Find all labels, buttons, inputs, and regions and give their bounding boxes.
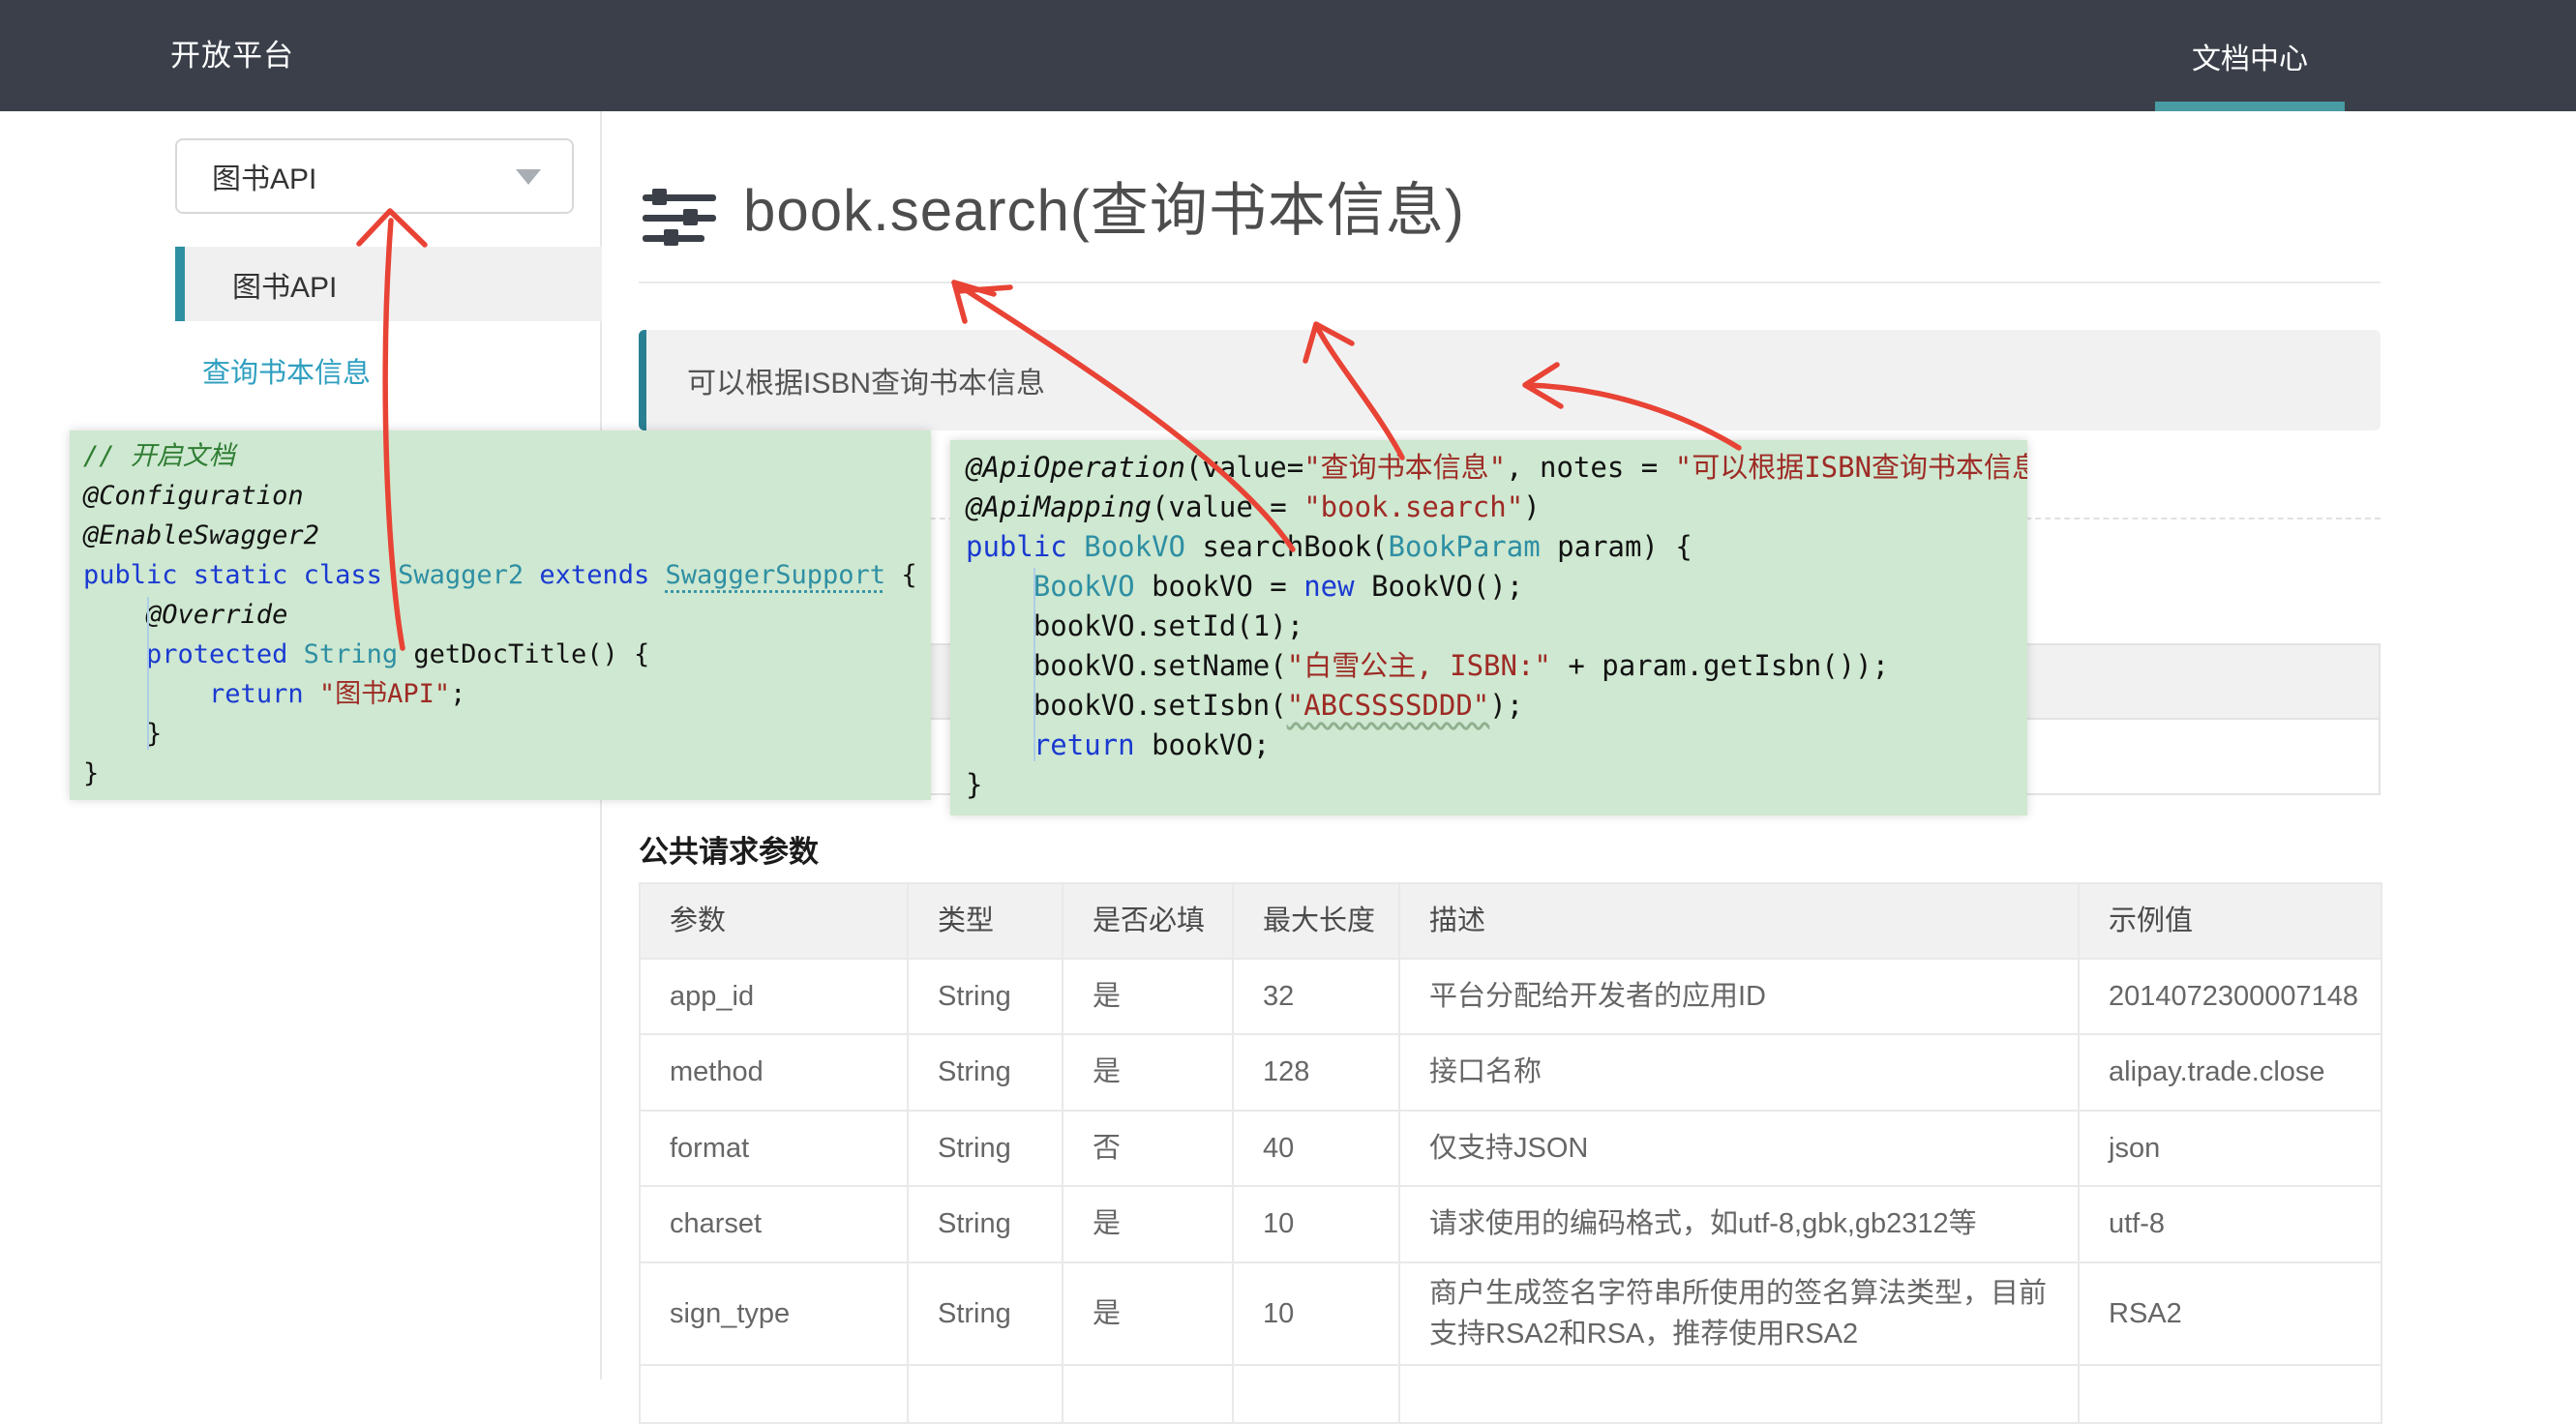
code-line: public static class Swagger2 extends Swa… [83, 555, 917, 595]
params-section-heading: 公共请求参数 [639, 827, 819, 871]
sidebar-item-label: 图书API [232, 263, 337, 306]
code-line: return bookVO; [966, 726, 2012, 765]
table-cell [1399, 1365, 2079, 1423]
table-cell: String [908, 1186, 1063, 1262]
code-line: // 开启文档 [83, 436, 917, 476]
table-cell: 是 [1063, 1262, 1233, 1365]
table-cell: charset [640, 1186, 908, 1262]
params-table-head: 参数类型是否必填最大长度描述示例值 [640, 883, 2381, 959]
table-cell: sign_type [640, 1262, 908, 1365]
code-line: } [966, 765, 2012, 805]
indent-guide [147, 597, 149, 750]
code-line: @ApiOperation(value="查询书本信息", notes = "可… [966, 448, 2012, 488]
sidebar-link-query-book[interactable]: 查询书本信息 [202, 350, 371, 391]
table-cell: format [640, 1111, 908, 1186]
api-doc-page: { "navbar": { "brand": "开放平台", "doc_cent… [0, 0, 2576, 1380]
api-select-dropdown[interactable]: 图书API [175, 138, 574, 214]
api-select-value: 图书API [212, 155, 316, 197]
code-line: bookVO.setId(1); [966, 607, 2012, 646]
table-cell [1233, 1365, 1399, 1423]
table-cell: RSA2 [2079, 1262, 2381, 1365]
brand-title: 开放平台 [170, 0, 294, 111]
table-cell: 接口名称 [1399, 1034, 2079, 1111]
active-tab-underline [2155, 102, 2345, 111]
table-cell: 否 [1063, 1111, 1233, 1186]
code-line: BookVO bookVO = new BookVO(); [966, 567, 2012, 607]
code-line: @Configuration [83, 476, 917, 516]
code-line: @ApiMapping(value = "book.search") [966, 488, 2012, 527]
table-row-clipped [640, 1365, 2381, 1423]
table-cell: 商户生成签名字符串所使用的签名算法类型，目前支持RSA2和RSA，推荐使用RSA… [1399, 1262, 2079, 1365]
code-line: bookVO.setIsbn("ABCSSSSDDD"); [966, 686, 2012, 726]
table-cell: String [908, 1034, 1063, 1111]
title-divider [639, 282, 2381, 283]
table-cell: method [640, 1034, 908, 1111]
code-line: } [83, 714, 917, 754]
table-header-row: 参数类型是否必填最大长度描述示例值 [640, 883, 2381, 959]
code-line: return "图书API"; [83, 674, 917, 714]
table-cell: 128 [1233, 1034, 1399, 1111]
indent-guide [1033, 568, 1035, 761]
table-cell [908, 1365, 1063, 1423]
code-line: @Override [83, 595, 917, 635]
page-title: book.search(查询书本信息) [743, 163, 1465, 248]
active-item-accent-bar [175, 247, 185, 321]
table-cell: 是 [1063, 1034, 1233, 1111]
table-cell: String [908, 1111, 1063, 1186]
table-row: app_idString是32平台分配给开发者的应用ID201407230000… [640, 959, 2381, 1034]
column-header: 是否必填 [1063, 883, 1233, 959]
nav-item-label: 文档中心 [2192, 35, 2308, 77]
table-cell: 是 [1063, 959, 1233, 1034]
table-cell: 仅支持JSON [1399, 1111, 2079, 1186]
table-cell: 10 [1233, 1186, 1399, 1262]
column-header: 参数 [640, 883, 908, 959]
code-screenshot-swagger-config: // 开启文档@Configuration@EnableSwagger2publ… [70, 430, 931, 800]
code-screenshot-book-controller: @ApiOperation(value="查询书本信息", notes = "可… [950, 440, 2027, 816]
table-cell: 40 [1233, 1111, 1399, 1186]
api-description-text: 可以根据ISBN查询书本信息 [687, 359, 1045, 401]
table-cell: String [908, 1262, 1063, 1365]
table-cell: 10 [1233, 1262, 1399, 1365]
table-row: charsetString是10请求使用的编码格式，如utf-8,gbk,gb2… [640, 1186, 2381, 1262]
chevron-down-icon [516, 169, 541, 185]
api-description-box: 可以根据ISBN查询书本信息 [639, 330, 2381, 430]
table-cell: 平台分配给开发者的应用ID [1399, 959, 2079, 1034]
table-row: sign_typeString是10商户生成签名字符串所使用的签名算法类型，目前… [640, 1262, 2381, 1365]
column-header: 最大长度 [1233, 883, 1399, 959]
table-cell: String [908, 959, 1063, 1034]
table-cell [640, 1365, 908, 1423]
table-cell [1063, 1365, 1233, 1423]
code-line: bookVO.setName("白雪公主, ISBN:" + param.get… [966, 646, 2012, 686]
sliders-icon [643, 189, 724, 252]
table-cell: 2014072300007148 [2079, 959, 2381, 1034]
sidebar-item-book-api[interactable]: 图书API [175, 247, 602, 321]
table-cell: alipay.trade.close [2079, 1034, 2381, 1111]
table-cell: 是 [1063, 1186, 1233, 1262]
column-header: 类型 [908, 883, 1063, 959]
nav-item-doc-center[interactable]: 文档中心 [2155, 0, 2345, 111]
table-row: methodString是128接口名称alipay.trade.close [640, 1034, 2381, 1111]
params-table: 参数类型是否必填最大长度描述示例值 app_idString是32平台分配给开发… [639, 882, 2381, 1424]
column-header: 描述 [1399, 883, 2079, 959]
code-line: @EnableSwagger2 [83, 516, 917, 555]
code-line: public BookVO searchBook(BookParam param… [966, 527, 2012, 567]
table-cell: 32 [1233, 959, 1399, 1034]
table-cell: 请求使用的编码格式，如utf-8,gbk,gb2312等 [1399, 1186, 2079, 1262]
code-line: protected String getDocTitle() { [83, 635, 917, 674]
column-header: 示例值 [2079, 883, 2381, 959]
code-line: } [83, 754, 917, 793]
table-cell [2079, 1365, 2381, 1423]
table-cell: utf-8 [2079, 1186, 2381, 1262]
params-table-body: app_idString是32平台分配给开发者的应用ID201407230000… [640, 959, 2381, 1423]
table-cell: app_id [640, 959, 908, 1034]
table-cell: json [2079, 1111, 2381, 1186]
table-row: formatString否40仅支持JSONjson [640, 1111, 2381, 1186]
top-navbar: 开放平台 文档中心 [0, 0, 2576, 111]
